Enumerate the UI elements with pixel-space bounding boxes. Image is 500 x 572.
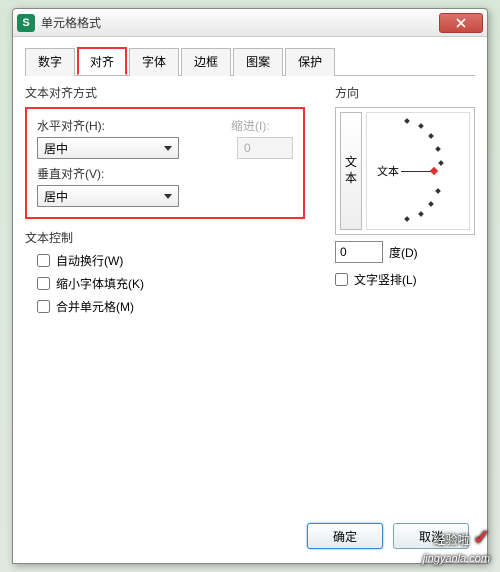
v-align-dropdown[interactable]: 居中 — [37, 185, 179, 207]
shrink-checkbox[interactable] — [37, 277, 50, 290]
degree-value: 0 — [340, 245, 347, 259]
vert-char-2: 本 — [345, 171, 357, 187]
vertical-text-checkbox[interactable] — [335, 273, 348, 286]
shrink-label: 缩小字体填充(K) — [56, 275, 144, 292]
dial-dot — [428, 133, 434, 139]
dial-line — [401, 171, 431, 172]
align-heading: 文本对齐方式 — [25, 84, 327, 101]
button-row: 确定 取消 — [307, 523, 469, 549]
h-align-value: 居中 — [44, 140, 68, 157]
dial-dot — [404, 118, 410, 124]
dial-dot — [435, 146, 441, 152]
dialog-cell-format: S 单元格格式 数字 对齐 字体 边框 图案 保护 文本对齐方式 水平对齐(H)… — [12, 8, 488, 564]
ok-button[interactable]: 确定 — [307, 523, 383, 549]
wrap-label: 自动换行(W) — [56, 252, 123, 269]
dial-dot — [435, 188, 441, 194]
highlight-box: 水平对齐(H): 居中 缩进(I): 0 — [25, 107, 305, 219]
tab-number[interactable]: 数字 — [25, 48, 75, 76]
vert-char-1: 文 — [345, 155, 357, 171]
dial-dot — [438, 160, 444, 166]
degree-input[interactable]: 0 — [335, 241, 383, 263]
tab-strip: 数字 对齐 字体 边框 图案 保护 — [25, 47, 475, 76]
degree-row: 0 度(D) — [335, 241, 475, 263]
vertical-text-row[interactable]: 文字竖排(L) — [335, 271, 475, 288]
vertical-text-button[interactable]: 文 本 — [340, 112, 362, 230]
h-align-label: 水平对齐(H): — [37, 117, 221, 134]
app-icon: S — [17, 14, 35, 32]
indent-value: 0 — [244, 141, 251, 155]
dial-handle[interactable] — [430, 167, 438, 175]
tab-protection[interactable]: 保护 — [285, 48, 335, 76]
orientation-box: 文 本 文本 — [335, 107, 475, 235]
titlebar[interactable]: S 单元格格式 — [13, 9, 487, 37]
dial-dot — [428, 201, 434, 207]
close-button[interactable] — [439, 13, 483, 33]
v-align-value: 居中 — [44, 188, 68, 205]
shrink-row[interactable]: 缩小字体填充(K) — [37, 275, 327, 292]
vertical-text-label: 文字竖排(L) — [354, 271, 417, 288]
tab-pattern[interactable]: 图案 — [233, 48, 283, 76]
wrap-row[interactable]: 自动换行(W) — [37, 252, 327, 269]
h-align-dropdown[interactable]: 居中 — [37, 137, 179, 159]
indent-label: 缩进(I): — [231, 117, 293, 134]
dial-center-label: 文本 — [377, 163, 399, 179]
tab-border[interactable]: 边框 — [181, 48, 231, 76]
dial-dot — [418, 211, 424, 217]
orientation-dial[interactable]: 文本 — [366, 112, 470, 230]
cancel-button[interactable]: 取消 — [393, 523, 469, 549]
merge-row[interactable]: 合并单元格(M) — [37, 298, 327, 315]
wrap-checkbox[interactable] — [37, 254, 50, 267]
tab-alignment[interactable]: 对齐 — [77, 47, 127, 75]
degree-label: 度(D) — [389, 244, 418, 261]
close-icon — [456, 18, 466, 28]
tab-font[interactable]: 字体 — [129, 48, 179, 76]
dial-dot — [404, 216, 410, 222]
dialog-title: 单元格格式 — [41, 14, 439, 31]
merge-checkbox[interactable] — [37, 300, 50, 313]
orientation-heading: 方向 — [335, 84, 475, 101]
dialog-content: 数字 对齐 字体 边框 图案 保护 文本对齐方式 水平对齐(H): 居中 — [13, 37, 487, 331]
text-control-heading: 文本控制 — [25, 229, 327, 246]
merge-label: 合并单元格(M) — [56, 298, 134, 315]
dial-dot — [418, 123, 424, 129]
indent-spinner: 0 — [237, 137, 293, 159]
v-align-label: 垂直对齐(V): — [37, 165, 293, 182]
